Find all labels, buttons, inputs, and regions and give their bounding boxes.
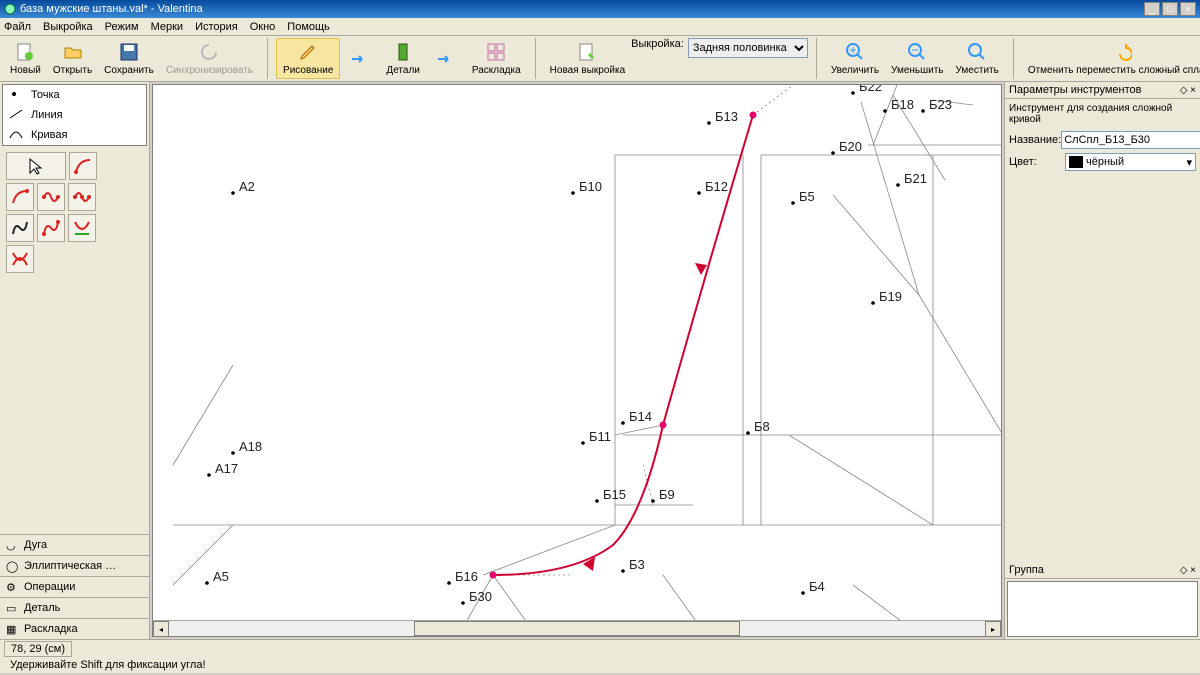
arrow-icon-2 [426, 38, 466, 79]
nav-layout[interactable]: ▦Раскладка [0, 618, 149, 639]
tool-curve-1[interactable] [69, 152, 97, 180]
arrow-icon-1 [340, 38, 380, 79]
menu-window[interactable]: Окно [250, 21, 276, 33]
tool-path-1[interactable] [6, 214, 34, 242]
pattern-label: Выкройка: [631, 38, 684, 79]
color-select[interactable]: чёрный ▾ [1065, 153, 1196, 171]
menu-history[interactable]: История [195, 21, 238, 33]
nav-arc[interactable]: ◡Дуга [0, 534, 149, 555]
zoom-in-button[interactable]: Увеличить [825, 38, 885, 79]
details-mode-button[interactable]: Детали [380, 38, 425, 79]
tool-intersect-1[interactable] [68, 214, 96, 242]
pencil-icon [297, 41, 319, 63]
zoom-out-icon [906, 41, 928, 63]
scroll-left-button[interactable]: ◂ [153, 621, 169, 637]
open-icon [62, 41, 84, 63]
menu-pattern[interactable]: Выкройка [43, 21, 93, 33]
draw-mode-button[interactable]: Рисование [276, 38, 340, 79]
geom-line[interactable]: Линия [3, 105, 146, 125]
point-icon [9, 89, 25, 101]
nav-ops[interactable]: ⚙Операции [0, 576, 149, 597]
close-button[interactable]: × [1180, 2, 1196, 16]
detail-nav-icon: ▭ [6, 602, 20, 614]
zoom-fit-button[interactable]: Уместить [950, 38, 1005, 79]
app-icon [4, 3, 16, 15]
chevron-down-icon: ▾ [1183, 156, 1195, 169]
new-button[interactable]: Новый [4, 38, 47, 79]
zoom-in-icon [844, 41, 866, 63]
layout-mode-button[interactable]: Раскладка [466, 38, 527, 79]
zoom-fit-icon [966, 41, 988, 63]
tool-pointer[interactable] [6, 152, 66, 180]
ellipse-icon: ◯ [6, 560, 20, 572]
nav-ellipse[interactable]: ◯Эллиптическая … [0, 555, 149, 576]
nav-detail[interactable]: ▭Деталь [0, 597, 149, 618]
maximize-button[interactable]: □ [1162, 2, 1178, 16]
undo-button[interactable]: Отменить переместить сложный сплайн [1022, 38, 1200, 79]
status-bar: 78, 29 (см) Удерживайте Shift для фиксац… [0, 639, 1200, 673]
params-header: Параметры инструментов ◇ × [1005, 82, 1200, 99]
new-icon [14, 41, 36, 63]
sync-icon [198, 41, 220, 63]
tool-path-2[interactable] [37, 214, 65, 242]
menu-measures[interactable]: Мерки [151, 21, 183, 33]
tool-spline-1[interactable] [37, 183, 65, 211]
main-toolbar: Новый Открыть Сохранить Синхронизировать… [0, 36, 1200, 82]
pattern-select[interactable]: Задняя половинка [688, 38, 808, 58]
scroll-thumb[interactable] [414, 621, 740, 636]
undo-icon [1111, 41, 1133, 63]
tool-curve-2[interactable] [6, 183, 34, 211]
title-bar: база мужские штаны.val* - Valentina _ □ … [0, 0, 1200, 18]
tool-intersect-2[interactable] [6, 245, 34, 273]
zoom-out-button[interactable]: Уменьшить [885, 38, 949, 79]
curve-icon [9, 129, 25, 141]
geom-point[interactable]: Точка [3, 85, 146, 105]
arc-icon: ◡ [6, 539, 20, 551]
new-pattern-button[interactable]: Новая выкройка [544, 38, 631, 79]
sync-button[interactable]: Синхронизировать [160, 38, 259, 79]
layout-icon [485, 41, 507, 63]
window-title: база мужские штаны.val* - Valentina [20, 3, 1142, 15]
ops-icon: ⚙ [6, 581, 20, 593]
name-input[interactable] [1061, 131, 1200, 149]
tool-subtitle: Инструмент для создания сложной кривой [1009, 103, 1196, 125]
drawing-canvas[interactable]: А2А17А18А5Б10Б11Б12Б13Б14Б15Б16Б3Б30Б9Б5… [152, 84, 1002, 637]
left-bottom-nav: ◡Дуга ◯Эллиптическая … ⚙Операции ▭Деталь… [0, 534, 149, 639]
right-panel: Параметры инструментов ◇ × Инструмент дл… [1004, 82, 1200, 639]
menu-bar: Файл Выкройка Режим Мерки История Окно П… [0, 18, 1200, 36]
open-button[interactable]: Открыть [47, 38, 98, 79]
menu-help[interactable]: Помощь [287, 21, 330, 33]
geom-curve[interactable]: Кривая [3, 125, 146, 145]
color-swatch [1069, 156, 1083, 168]
panel-undock-icon[interactable]: ◇ × [1180, 85, 1196, 96]
geometry-list: Точка Линия Кривая [2, 84, 147, 146]
save-icon [118, 41, 140, 63]
scroll-right-button[interactable]: ▸ [985, 621, 1001, 637]
color-label: Цвет: [1009, 156, 1065, 168]
new-pattern-icon [576, 41, 598, 63]
horizontal-scrollbar[interactable]: ◂ ▸ [153, 620, 1001, 636]
line-icon [9, 109, 25, 121]
main-area: Точка Линия Кривая ◡Дуга ◯Эллиптичес [0, 82, 1200, 639]
pattern-svg [153, 85, 1002, 637]
layout-nav-icon: ▦ [6, 623, 20, 635]
left-panel: Точка Линия Кривая ◡Дуга ◯Эллиптичес [0, 82, 150, 639]
status-hint: Удерживайте Shift для фиксации угла! [4, 658, 212, 672]
save-button[interactable]: Сохранить [98, 38, 160, 79]
menu-file[interactable]: Файл [4, 21, 31, 33]
name-label: Название: [1009, 134, 1061, 146]
minimize-button[interactable]: _ [1144, 2, 1160, 16]
detail-icon [392, 41, 414, 63]
tool-palette [2, 148, 102, 277]
group-header: Группа ◇ × [1005, 562, 1200, 579]
status-coords: 78, 29 (см) [4, 641, 72, 657]
group-undock-icon[interactable]: ◇ × [1180, 565, 1196, 576]
menu-mode[interactable]: Режим [105, 21, 139, 33]
tool-spline-2[interactable] [68, 183, 96, 211]
scroll-track[interactable] [169, 621, 985, 636]
group-list[interactable] [1007, 581, 1198, 637]
